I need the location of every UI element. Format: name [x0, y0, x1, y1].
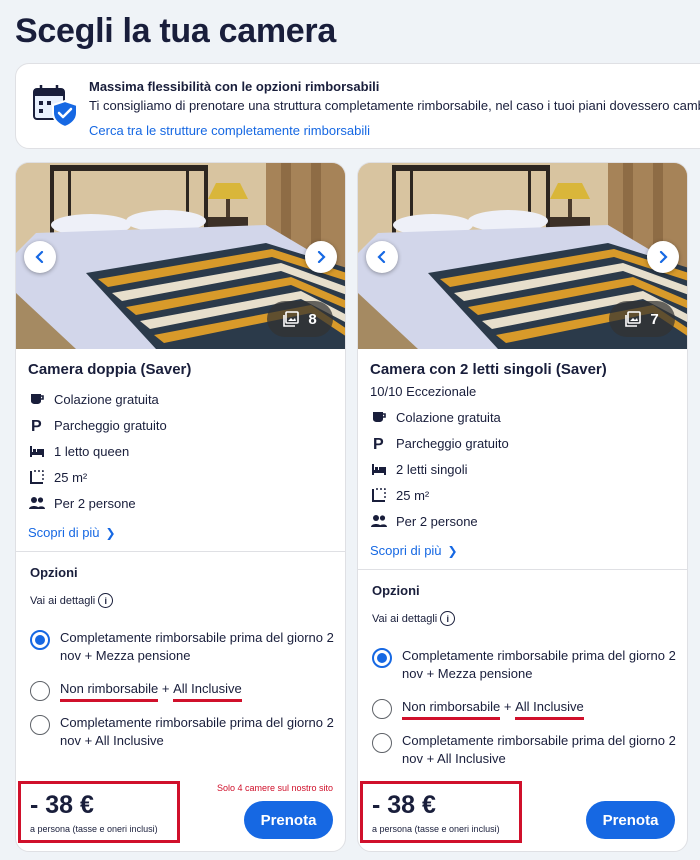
calendar-shield-icon — [31, 82, 79, 130]
book-button[interactable]: Prenota — [586, 801, 675, 839]
price: - 38 € — [30, 791, 94, 819]
svg-text:P: P — [31, 418, 42, 433]
chevron-left-icon — [35, 251, 44, 263]
details-link[interactable]: Vai ai dettagli i — [372, 611, 456, 626]
amenities-list: Colazione gratuita P Parcheggio gratuito… — [370, 404, 509, 534]
refundable-info-banner: Massima flessibilità con le opzioni rimb… — [15, 63, 700, 149]
book-button[interactable]: Prenota — [244, 801, 333, 839]
chevron-right-icon: ❯ — [105, 526, 116, 540]
price-block: - 38 € a persona (tasse e oneri inclusi) — [360, 781, 522, 843]
photo-next-button[interactable] — [647, 241, 679, 273]
bed-icon — [28, 442, 46, 460]
radio-button[interactable] — [372, 733, 392, 753]
coffee-cup-icon — [370, 408, 388, 426]
availability-notice: Solo 4 camere sul nostro sito — [216, 783, 333, 793]
more-details-link[interactable]: Scopri di più ❯ — [28, 525, 116, 540]
info-icon: i — [98, 593, 114, 608]
photo-next-button[interactable] — [305, 241, 337, 273]
price: - 38 € — [372, 791, 436, 819]
parking-icon: P — [370, 434, 388, 452]
amenity-item: 25 m² — [370, 482, 509, 508]
amenity-item: 1 letto queen — [28, 438, 167, 464]
bed-icon — [370, 460, 388, 478]
amenity-item: Per 2 persone — [370, 508, 509, 534]
chevron-right-icon — [659, 251, 668, 263]
room-photo[interactable]: 8 — [16, 163, 345, 349]
radio-button[interactable] — [30, 681, 50, 701]
more-details-link[interactable]: Scopri di più ❯ — [370, 543, 458, 558]
details-link[interactable]: Vai ai dettagli i — [30, 593, 114, 608]
amenity-item: 25 m² — [28, 464, 167, 490]
photo-prev-button[interactable] — [366, 241, 398, 273]
option-refundable-all-inclusive[interactable]: Completamente rimborsabile prima del gio… — [30, 714, 335, 750]
photo-prev-button[interactable] — [24, 241, 56, 273]
room-size-icon — [370, 486, 388, 504]
coffee-cup-icon — [28, 390, 46, 408]
banner-title: Massima flessibilità con le opzioni rimb… — [89, 79, 380, 94]
option-non-refundable-all-inclusive[interactable]: Non rimborsabile + All Inclusive — [372, 698, 677, 720]
room-card: 7 Camera con 2 letti singoli (Saver) 10/… — [357, 162, 688, 852]
option-non-refundable-all-inclusive[interactable]: Non rimborsabile + All Inclusive — [30, 680, 335, 702]
photo-gallery-button[interactable]: 8 — [267, 301, 333, 337]
photo-count: 8 — [308, 310, 317, 328]
divider — [16, 551, 345, 552]
photo-gallery-button[interactable]: 7 — [609, 301, 675, 337]
option-refundable-half-board[interactable]: Completamente rimborsabile prima del gio… — [30, 629, 335, 665]
refundable-search-link[interactable]: Cerca tra le strutture completamente rim… — [89, 123, 370, 138]
price-note: a persona (tasse e oneri inclusi) — [372, 824, 500, 834]
divider — [358, 569, 687, 570]
room-photo[interactable]: 7 — [358, 163, 687, 349]
amenity-item: Per 2 persone — [28, 490, 167, 516]
people-icon — [370, 512, 388, 530]
radio-button[interactable] — [372, 699, 392, 719]
people-icon — [28, 494, 46, 512]
room-size-icon — [28, 468, 46, 486]
amenity-item: Colazione gratuita — [28, 386, 167, 412]
amenity-item: P Parcheggio gratuito — [28, 412, 167, 438]
room-name: Camera doppia (Saver) — [28, 361, 192, 378]
amenity-item: Colazione gratuita — [370, 404, 509, 430]
option-refundable-all-inclusive[interactable]: Completamente rimborsabile prima del gio… — [372, 732, 677, 768]
amenities-list: Colazione gratuita P Parcheggio gratuito… — [28, 386, 167, 516]
radio-button[interactable] — [30, 715, 50, 735]
radio-button[interactable] — [372, 648, 392, 668]
chevron-right-icon: ❯ — [447, 544, 458, 558]
chevron-left-icon — [377, 251, 386, 263]
photo-count: 7 — [650, 310, 659, 328]
price-note: a persona (tasse e oneri inclusi) — [30, 824, 158, 834]
chevron-right-icon — [317, 251, 326, 263]
banner-text: Ti consigliamo di prenotare una struttur… — [89, 98, 700, 113]
options-heading: Opzioni — [372, 583, 420, 598]
price-block: - 38 € a persona (tasse e oneri inclusi) — [18, 781, 180, 843]
radio-button[interactable] — [30, 630, 50, 650]
room-rating: 10/10 Eccezionale — [370, 384, 477, 399]
page-title: Scegli la tua camera — [15, 12, 336, 50]
options-heading: Opzioni — [30, 565, 78, 580]
gallery-icon — [283, 311, 300, 327]
svg-text:P: P — [373, 436, 384, 451]
room-name: Camera con 2 letti singoli (Saver) — [370, 361, 607, 378]
amenity-item: 2 letti singoli — [370, 456, 509, 482]
option-refundable-half-board[interactable]: Completamente rimborsabile prima del gio… — [372, 647, 677, 683]
room-card: 8 Camera doppia (Saver) Colazione gratui… — [15, 162, 346, 852]
info-icon: i — [440, 611, 456, 626]
parking-icon: P — [28, 416, 46, 434]
amenity-item: P Parcheggio gratuito — [370, 430, 509, 456]
gallery-icon — [625, 311, 642, 327]
